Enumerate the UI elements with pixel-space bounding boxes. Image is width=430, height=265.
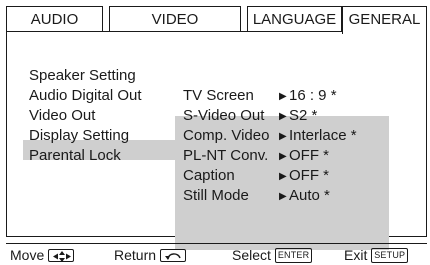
submenu-label-still-mode[interactable]: Still Mode	[183, 186, 249, 206]
hint-bar: Move Return Select ENTER Exit SETUP	[6, 243, 427, 265]
hint-exit-label: Exit	[344, 247, 368, 263]
setup-key-icon: SETUP	[371, 248, 409, 263]
menu-item-display-setting[interactable]: Display Setting	[29, 126, 129, 146]
right-arrow-icon: ▶	[279, 131, 287, 142]
submenu-value-pl-nt-conv[interactable]: ▶ OFF *	[279, 146, 329, 166]
tab-video[interactable]: VIDEO	[109, 6, 241, 32]
submenu-value-text: OFF *	[289, 147, 329, 164]
submenu-value-comp-video[interactable]: ▶ Interlace *	[279, 126, 357, 146]
right-arrow-icon: ▶	[279, 171, 287, 182]
hint-move-label: Move	[10, 247, 45, 263]
right-arrow-icon: ▶	[279, 91, 287, 102]
submenu-label-s-video-out[interactable]: S-Video Out	[183, 106, 264, 126]
submenu-value-text: Auto *	[289, 187, 330, 204]
menu-item-video-out[interactable]: Video Out	[29, 106, 95, 126]
hint-select-label: Select	[232, 247, 271, 263]
submenu-value-tv-screen[interactable]: ▶ 16 : 9 *	[279, 86, 337, 106]
submenu-label-comp-video[interactable]: Comp. Video	[183, 126, 269, 146]
hint-exit: Exit SETUP	[344, 245, 409, 265]
submenu-label-caption[interactable]: Caption	[183, 166, 235, 186]
four-way-arrow-icon	[48, 249, 75, 262]
settings-panel: Speaker Setting Audio Digital Out Video …	[6, 31, 427, 250]
return-arrow-icon	[159, 249, 186, 262]
hint-select: Select ENTER	[232, 245, 313, 265]
submenu-value-text: OFF *	[289, 167, 329, 184]
submenu-value-still-mode[interactable]: ▶ Auto *	[279, 186, 330, 206]
submenu-value-caption[interactable]: ▶ OFF *	[279, 166, 329, 186]
submenu-value-s-video-out[interactable]: ▶ S2 *	[279, 106, 317, 126]
hint-return-label: Return	[114, 247, 157, 263]
submenu-value-text: Interlace *	[289, 127, 357, 144]
menu-item-speaker-setting[interactable]: Speaker Setting	[29, 66, 136, 86]
submenu-label-pl-nt-conv[interactable]: PL-NT Conv.	[183, 146, 268, 166]
submenu-value-text: S2 *	[289, 107, 318, 124]
tab-general[interactable]: GENERAL	[342, 6, 427, 34]
hint-return: Return	[114, 245, 186, 265]
right-arrow-icon: ▶	[279, 111, 287, 122]
menu-item-parental-lock[interactable]: Parental Lock	[29, 146, 121, 166]
hint-move: Move	[10, 245, 75, 265]
right-arrow-icon: ▶	[279, 151, 287, 162]
tab-audio[interactable]: AUDIO	[6, 6, 103, 32]
right-arrow-icon: ▶	[279, 191, 287, 202]
submenu-value-text: 16 : 9 *	[289, 87, 337, 104]
tab-language[interactable]: LANGUAGE	[247, 6, 342, 32]
enter-key-icon: ENTER	[274, 248, 313, 263]
menu-item-audio-digital-out[interactable]: Audio Digital Out	[29, 86, 142, 106]
submenu-label-tv-screen[interactable]: TV Screen	[183, 86, 254, 106]
